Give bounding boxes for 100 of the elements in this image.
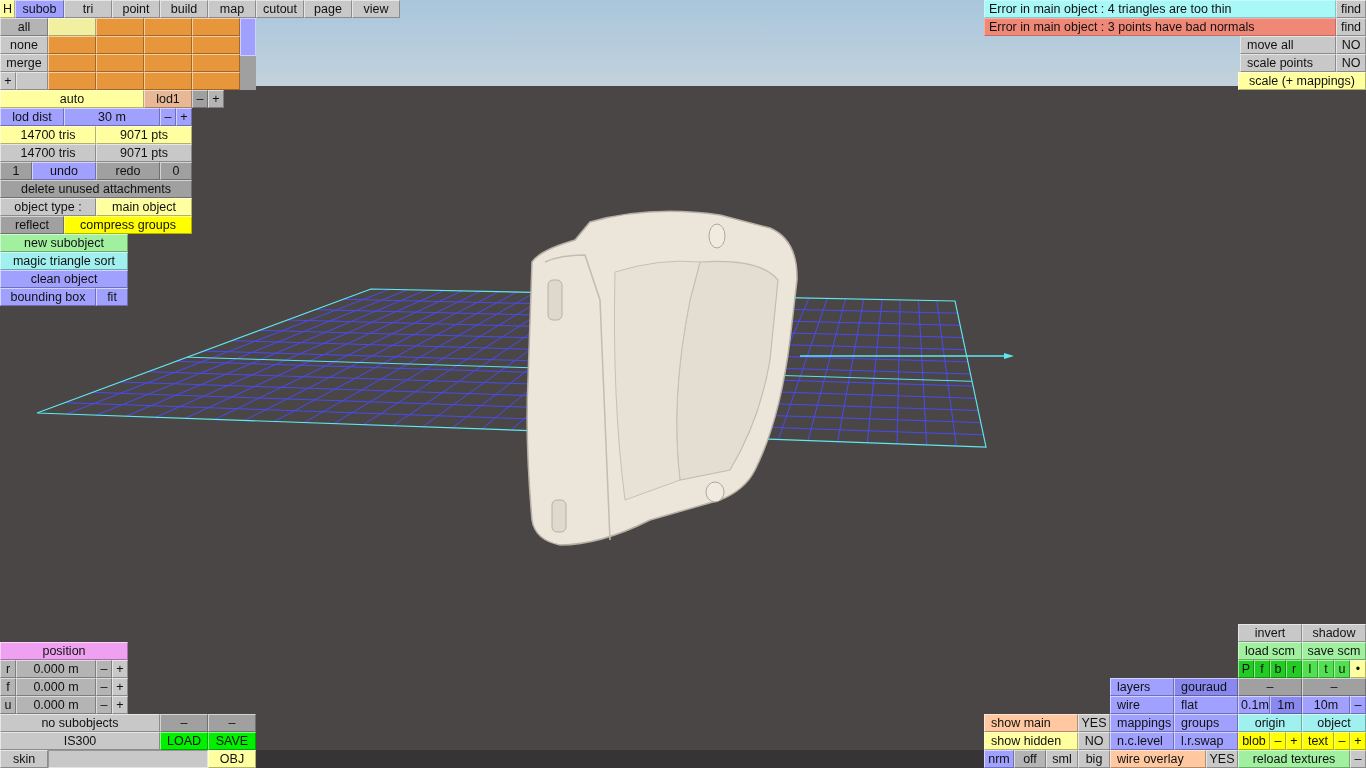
list-slot[interactable] <box>192 18 240 36</box>
panel-button[interactable]: – <box>208 714 256 732</box>
panel-button[interactable]: + <box>112 660 128 678</box>
panel-button[interactable]: H <box>0 0 15 18</box>
list-slot[interactable] <box>48 36 96 54</box>
panel-button[interactable]: + <box>208 90 224 108</box>
panel-button[interactable]: blob <box>1238 732 1270 750</box>
panel-button[interactable]: origin <box>1238 714 1302 732</box>
panel-button[interactable]: 9071 pts <box>96 126 192 144</box>
toggle-button[interactable]: scale points <box>1240 54 1336 72</box>
toggle-button[interactable]: groups <box>1174 714 1238 732</box>
panel-button[interactable]: + <box>1286 732 1302 750</box>
panel-button[interactable]: off <box>1014 750 1046 768</box>
panel-button[interactable]: r <box>0 660 16 678</box>
panel-button[interactable]: NO <box>1078 732 1110 750</box>
panel-button[interactable]: fit <box>96 288 128 306</box>
toggle-button[interactable]: l.r.swap <box>1174 732 1238 750</box>
list-slot[interactable] <box>144 18 192 36</box>
list-slot[interactable] <box>96 18 144 36</box>
toggle-button[interactable]: flat <box>1174 696 1238 714</box>
panel-button[interactable]: main object <box>96 198 192 216</box>
panel-button[interactable]: 9071 pts <box>96 144 192 162</box>
list-slot[interactable] <box>144 36 192 54</box>
toggle-button[interactable]: layers <box>1110 678 1174 696</box>
panel-button[interactable]: all <box>0 18 48 36</box>
panel-button[interactable]: load scm <box>1238 642 1302 660</box>
panel-button[interactable]: redo <box>96 162 160 180</box>
panel-button[interactable]: + <box>1350 732 1366 750</box>
list-slot[interactable] <box>48 18 96 36</box>
panel-button[interactable]: NO <box>1336 54 1366 72</box>
tab[interactable]: build <box>160 0 208 18</box>
list-slot[interactable] <box>192 36 240 54</box>
panel-button[interactable]: 0.1m <box>1238 696 1270 714</box>
tab[interactable]: view <box>352 0 400 18</box>
tab[interactable]: tri <box>64 0 112 18</box>
panel-button[interactable]: YES <box>1206 750 1238 768</box>
panel-button[interactable]: no subobjects <box>0 714 160 732</box>
panel-button[interactable]: SAVE <box>208 732 256 750</box>
scrollbar[interactable] <box>240 18 256 90</box>
list-slot[interactable] <box>96 72 144 90</box>
panel-button[interactable]: 1 <box>0 162 32 180</box>
panel-button[interactable]: – <box>160 108 176 126</box>
panel-button[interactable]: – <box>96 660 112 678</box>
panel-button[interactable]: reload textures <box>1238 750 1350 768</box>
panel-button[interactable]: + <box>112 696 128 714</box>
panel-button[interactable]: – <box>96 678 112 696</box>
panel-button[interactable]: invert <box>1238 624 1302 642</box>
panel-button[interactable]: shadow <box>1302 624 1366 642</box>
panel-button[interactable]: undo <box>32 162 96 180</box>
panel-button[interactable]: IS300 <box>0 732 160 750</box>
panel-button[interactable]: text <box>1302 732 1334 750</box>
panel-button[interactable]: 0.000 m <box>16 696 96 714</box>
panel-button[interactable]: find <box>1336 18 1366 36</box>
panel-button[interactable]: nrm <box>984 750 1014 768</box>
panel-button[interactable]: merge <box>0 54 48 72</box>
panel-button[interactable]: f <box>1254 660 1270 678</box>
panel-button[interactable]: find <box>1336 0 1366 18</box>
toggle-button[interactable]: wire overlay <box>1110 750 1206 768</box>
list-slot[interactable] <box>48 54 96 72</box>
panel-button[interactable]: magic triangle sort <box>0 252 128 270</box>
list-slot[interactable] <box>192 72 240 90</box>
tab[interactable]: point <box>112 0 160 18</box>
panel-button[interactable]: – <box>192 90 208 108</box>
panel-button[interactable]: 14700 tris <box>0 144 96 162</box>
panel-button[interactable]: NO <box>1336 36 1366 54</box>
panel-button[interactable]: 10m <box>1302 696 1350 714</box>
panel-button[interactable]: sml <box>1046 750 1078 768</box>
panel-button[interactable]: 0.000 m <box>16 678 96 696</box>
toggle-button[interactable]: wire <box>1110 696 1174 714</box>
panel-button[interactable]: 0 <box>160 162 192 180</box>
panel-button[interactable]: u <box>1334 660 1350 678</box>
panel-button[interactable]: auto <box>0 90 144 108</box>
panel-button[interactable]: – <box>1238 678 1302 696</box>
panel-button[interactable]: u <box>0 696 16 714</box>
tab[interactable]: page <box>304 0 352 18</box>
panel-button[interactable]: + <box>176 108 192 126</box>
panel-button[interactable]: 14700 tris <box>0 126 96 144</box>
toggle-button[interactable]: show main <box>984 714 1078 732</box>
panel-button[interactable]: + <box>112 678 128 696</box>
text-field[interactable] <box>48 750 208 768</box>
panel-button[interactable]: compress groups <box>64 216 192 234</box>
panel-button[interactable]: • <box>1350 660 1366 678</box>
panel-button[interactable]: object <box>1302 714 1366 732</box>
panel-button[interactable]: t <box>1318 660 1334 678</box>
panel-button[interactable]: YES <box>1078 714 1110 732</box>
panel-button[interactable]: l <box>1302 660 1318 678</box>
panel-button[interactable]: none <box>0 36 48 54</box>
panel-button[interactable]: bounding box <box>0 288 96 306</box>
panel-button[interactable]: r <box>1286 660 1302 678</box>
panel-button[interactable]: lod1 <box>144 90 192 108</box>
tab[interactable]: cutout <box>256 0 304 18</box>
list-slot[interactable] <box>144 72 192 90</box>
panel-button[interactable]: lod dist <box>0 108 64 126</box>
panel-button[interactable]: OBJ <box>208 750 256 768</box>
panel-button[interactable]: object type : <box>0 198 96 216</box>
toggle-button[interactable]: show hidden <box>984 732 1078 750</box>
list-slot[interactable] <box>96 54 144 72</box>
panel-button[interactable]: 1m <box>1270 696 1302 714</box>
panel-button[interactable]: b <box>1270 660 1286 678</box>
list-slot[interactable] <box>192 54 240 72</box>
